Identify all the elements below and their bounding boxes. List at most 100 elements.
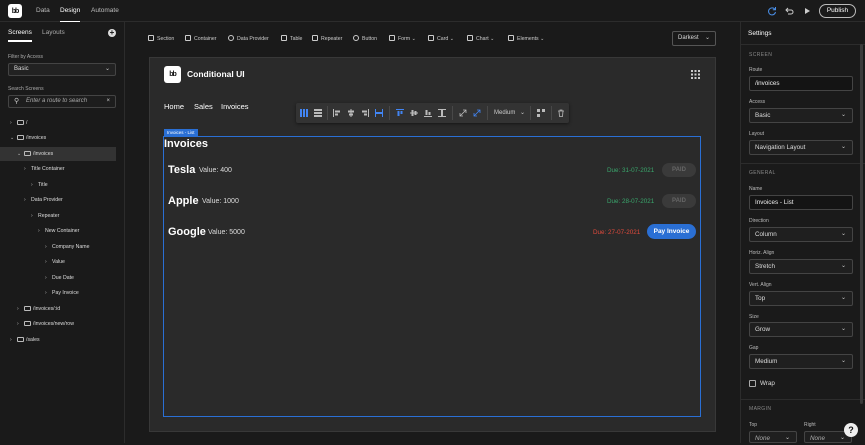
direction-select[interactable]: Column ⌄ xyxy=(749,227,853,242)
tree-item-value[interactable]: › Value xyxy=(0,255,125,269)
name-input[interactable]: Invoices - List xyxy=(749,195,853,210)
tree-item-pay-invoice[interactable]: › Pay Invoice xyxy=(0,286,125,300)
help-icon[interactable]: ? xyxy=(844,423,858,437)
align-center-icon[interactable] xyxy=(347,109,355,117)
nav-automate[interactable]: Automate xyxy=(91,0,119,22)
add-section-button[interactable]: Section xyxy=(148,34,174,44)
search-route-input[interactable]: ⚲ Enter a route to search × xyxy=(8,95,116,108)
add-repeater-button[interactable]: Repeater xyxy=(312,34,342,44)
form-menu[interactable]: Form ⌄ xyxy=(389,34,416,44)
app-nav-invoices[interactable]: Invoices xyxy=(221,102,249,111)
tree-item-new-container[interactable]: › New Container xyxy=(0,224,125,238)
wrap-checkbox[interactable] xyxy=(749,380,756,387)
app-title: Conditional UI xyxy=(187,69,245,79)
toolbar-divider xyxy=(487,106,488,120)
folder-icon xyxy=(24,320,31,326)
paid-button[interactable]: PAID xyxy=(662,163,696,177)
paid-button[interactable]: PAID xyxy=(662,194,696,208)
valign-top-icon[interactable] xyxy=(396,109,404,117)
toolbar-label: Section xyxy=(157,36,175,42)
chevron-right-icon: › xyxy=(45,259,47,265)
tree-item-invoices-screen[interactable]: ⌄ /invoices xyxy=(0,131,125,145)
size-select[interactable]: Grow ⌄ xyxy=(749,322,853,337)
tree-item-sales[interactable]: › /sales xyxy=(0,333,125,347)
clear-icon[interactable]: × xyxy=(106,96,110,107)
layout-row-icon[interactable] xyxy=(314,109,322,117)
elements-menu[interactable]: Elements ⌄ xyxy=(508,34,544,44)
align-left-icon[interactable] xyxy=(333,109,341,117)
publish-button[interactable]: Publish xyxy=(819,4,856,18)
align-stretch-icon[interactable] xyxy=(375,109,383,117)
play-icon[interactable] xyxy=(802,6,812,16)
tree-item-title[interactable]: › Title xyxy=(0,178,125,192)
valign-bottom-icon[interactable] xyxy=(424,109,432,117)
filter-access-select[interactable]: Basic ⌄ xyxy=(8,63,116,76)
format-toolbar xyxy=(296,103,569,123)
due-date: Due: 28-07-2021 xyxy=(607,198,655,205)
theme-select[interactable]: Darkest ⌄ xyxy=(672,31,716,46)
tree-label: Data Provider xyxy=(31,197,63,203)
chevron-down-icon: ⌄ xyxy=(840,295,846,301)
route-label: Route xyxy=(749,67,763,73)
margin-top-select[interactable]: None ⌄ xyxy=(749,431,797,443)
route-input[interactable]: /invoices xyxy=(749,76,853,91)
refresh-icon[interactable] xyxy=(767,6,777,16)
layout-column-icon[interactable] xyxy=(300,109,308,117)
app-logo[interactable]: bb xyxy=(164,66,181,83)
card-menu[interactable]: Card ⌄ xyxy=(428,34,454,44)
gap-select[interactable]: Medium ⌄ xyxy=(749,354,853,369)
tree-item-due-date[interactable]: › Due Date xyxy=(0,271,125,285)
gap-value: Medium xyxy=(755,358,778,365)
nav-data[interactable]: Data xyxy=(36,0,50,22)
tree-item-invoices-new-row[interactable]: › /invoices/new/row xyxy=(0,317,125,331)
margin-right-value: None xyxy=(810,435,826,442)
direction-label: Direction xyxy=(749,218,769,224)
toolbar-divider xyxy=(452,106,453,120)
shrink-icon[interactable] xyxy=(459,109,467,117)
grow-icon[interactable] xyxy=(473,109,481,117)
pay-invoice-button[interactable]: Pay Invoice xyxy=(647,224,696,239)
budibase-logo[interactable]: bb xyxy=(8,4,22,18)
tree-item-repeater[interactable]: › Repeater xyxy=(0,209,125,223)
nav-design[interactable]: Design xyxy=(60,0,81,22)
gap-size-select[interactable]: Medium ⌄ xyxy=(494,109,525,116)
tab-screens[interactable]: Screens xyxy=(8,29,32,42)
tree-item-invoices-layout[interactable]: ⌄ /invoices xyxy=(0,147,116,161)
grid-icon[interactable] xyxy=(691,70,700,79)
toolbar-label: Repeater xyxy=(321,36,343,42)
add-table-button[interactable]: Table xyxy=(281,34,302,44)
tree-item-root[interactable]: › / xyxy=(0,116,125,130)
valign-middle-icon[interactable] xyxy=(410,109,418,117)
tree-item-data-provider[interactable]: › Data Provider xyxy=(0,193,125,207)
theme-value: Darkest xyxy=(678,35,699,41)
layout-select[interactable]: Navigation Layout ⌄ xyxy=(749,140,853,155)
app-nav-home[interactable]: Home xyxy=(164,102,184,111)
tree-item-title-container[interactable]: › Title Container xyxy=(0,162,125,176)
add-data-provider-button[interactable]: Data Provider xyxy=(228,34,269,44)
tab-layouts[interactable]: Layouts xyxy=(42,29,65,36)
add-button-button[interactable]: Button xyxy=(353,34,377,44)
access-select[interactable]: Basic ⌄ xyxy=(749,108,853,123)
valign-stretch-icon[interactable] xyxy=(438,109,446,117)
app-nav-sales[interactable]: Sales xyxy=(194,102,213,111)
add-container-button[interactable]: Container xyxy=(185,34,217,44)
align-right-icon[interactable] xyxy=(361,109,369,117)
tree-item-company-name[interactable]: › Company Name xyxy=(0,240,125,254)
selected-component-outline[interactable] xyxy=(163,136,701,417)
wrap-icon[interactable] xyxy=(537,109,545,117)
valign-select[interactable]: Top ⌄ xyxy=(749,291,853,306)
tree-item-invoices-id[interactable]: › /invoices/:id xyxy=(0,302,125,316)
chevron-down-icon: ⌄ xyxy=(540,36,545,42)
undo-icon[interactable] xyxy=(784,6,794,16)
elements-icon xyxy=(508,35,514,42)
settings-scrollbar[interactable] xyxy=(860,44,863,404)
halign-select[interactable]: Stretch ⌄ xyxy=(749,259,853,274)
invoice-value: Value: 400 xyxy=(199,167,232,174)
chevron-down-icon: ⌄ xyxy=(490,36,495,42)
chart-menu[interactable]: Chart ⌄ xyxy=(467,34,495,44)
access-label: Access xyxy=(749,99,766,105)
delete-icon[interactable] xyxy=(557,109,565,117)
margin-right-label: Right xyxy=(804,422,816,428)
add-screen-button[interactable]: + xyxy=(108,29,116,37)
gap-label: Gap xyxy=(749,345,759,351)
